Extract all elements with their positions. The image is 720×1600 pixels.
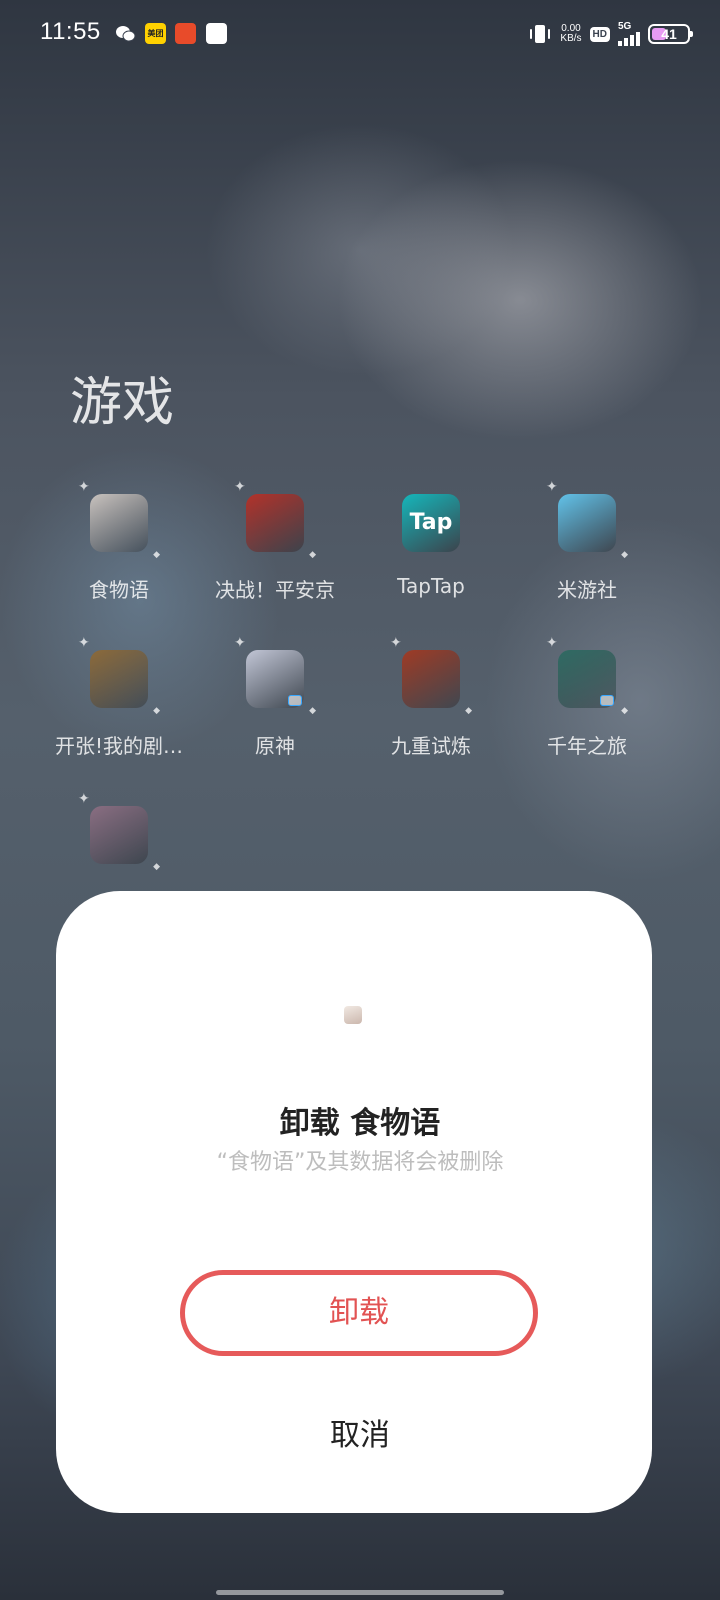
app-miyoushe[interactable]: ✦ ◆ 米游社	[507, 480, 667, 603]
sparkle-icon: ◆	[153, 706, 160, 716]
dialog-message: “食物语”及其数据将会被删除	[216, 1150, 504, 1175]
app-label: 原神	[255, 734, 295, 758]
cloud-badge-icon	[288, 695, 302, 706]
sparkle-icon: ◆	[621, 706, 628, 716]
cloud-badge-icon	[600, 695, 614, 706]
hd-icon: HD	[589, 26, 610, 42]
signal-icon: 5G	[618, 22, 640, 46]
genshin-icon: ✦ ◆	[234, 636, 316, 716]
home-indicator[interactable]	[216, 1590, 504, 1595]
app-label: TapTap	[397, 574, 465, 598]
sparkle-icon: ◆	[153, 862, 160, 872]
app-label: 千年之旅	[547, 734, 627, 758]
status-bar: 11:55 美团 0.00 KB/s HD 5G 41	[0, 0, 720, 70]
app-unnamed-game[interactable]: ✦ ◆	[39, 792, 199, 886]
meituan-icon: 美团	[145, 23, 166, 44]
uninstall-button[interactable]: 卸载	[180, 1270, 538, 1356]
sparkle-icon: ✦	[546, 635, 558, 651]
app-jiuchong-shilian[interactable]: ✦ ◆ 九重试炼	[351, 636, 511, 759]
sparkle-icon: ✦	[234, 635, 246, 651]
sparkle-icon: ◆	[153, 550, 160, 560]
sparkle-icon: ◆	[465, 706, 472, 716]
wechat-icon	[116, 26, 136, 42]
app-notification-icon	[175, 23, 196, 44]
sparkle-icon: ◆	[621, 550, 628, 560]
cancel-button[interactable]: 取消	[260, 1408, 460, 1464]
sparkle-icon: ✦	[78, 635, 90, 651]
app-juezhan-pinganjing[interactable]: ✦ ◆ 决战！平安京	[195, 480, 355, 603]
app-icon-small	[344, 1006, 362, 1024]
miyoushe-icon: ✦ ◆	[546, 480, 628, 560]
app-label: 食物语	[89, 578, 149, 602]
app-label: 决战！平安京	[215, 578, 335, 602]
folder-title: 游戏	[70, 373, 175, 433]
sparkle-icon: ✦	[78, 791, 90, 807]
taptap-icon: Tap	[402, 494, 460, 552]
battery-icon: 41	[648, 24, 693, 44]
jiuchong-shilian-icon: ✦ ◆	[390, 636, 472, 716]
kaizhang-icon: ✦ ◆	[78, 636, 160, 716]
app-genshin[interactable]: ✦ ◆ 原神	[195, 636, 355, 759]
unnamed-game-icon: ✦ ◆	[78, 792, 160, 872]
status-time: 11:55	[40, 18, 101, 45]
app-label: 开张!我的剧…	[54, 734, 184, 758]
juezhan-pinganjing-icon: ✦ ◆	[234, 480, 316, 560]
app-kaizhang[interactable]: ✦ ◆ 开张!我的剧…	[39, 636, 199, 759]
app-qiannian-zhilv[interactable]: ✦ ◆ 千年之旅	[507, 636, 667, 759]
sparkle-icon: ✦	[390, 635, 402, 651]
network-speed: 0.00 KB/s	[560, 23, 582, 44]
sparkle-icon: ◆	[309, 550, 316, 560]
dialog-title: 卸载 食物语	[279, 1106, 441, 1141]
app-label: 米游社	[557, 578, 617, 602]
sparkle-icon: ✦	[234, 479, 246, 495]
sparkle-icon: ✦	[78, 479, 90, 495]
app-label: 九重试炼	[391, 734, 471, 758]
shiwuyu-icon: ✦ ◆	[78, 480, 160, 560]
sparkle-icon: ◆	[309, 706, 316, 716]
vibrate-icon	[530, 25, 551, 43]
app-taptap[interactable]: Tap TapTap	[351, 494, 511, 598]
app-shiwuyu[interactable]: ✦ ◆ 食物语	[39, 480, 199, 603]
blank-notification-icon	[206, 23, 227, 44]
sparkle-icon: ✦	[546, 479, 558, 495]
qiannian-zhilv-icon: ✦ ◆	[546, 636, 628, 716]
